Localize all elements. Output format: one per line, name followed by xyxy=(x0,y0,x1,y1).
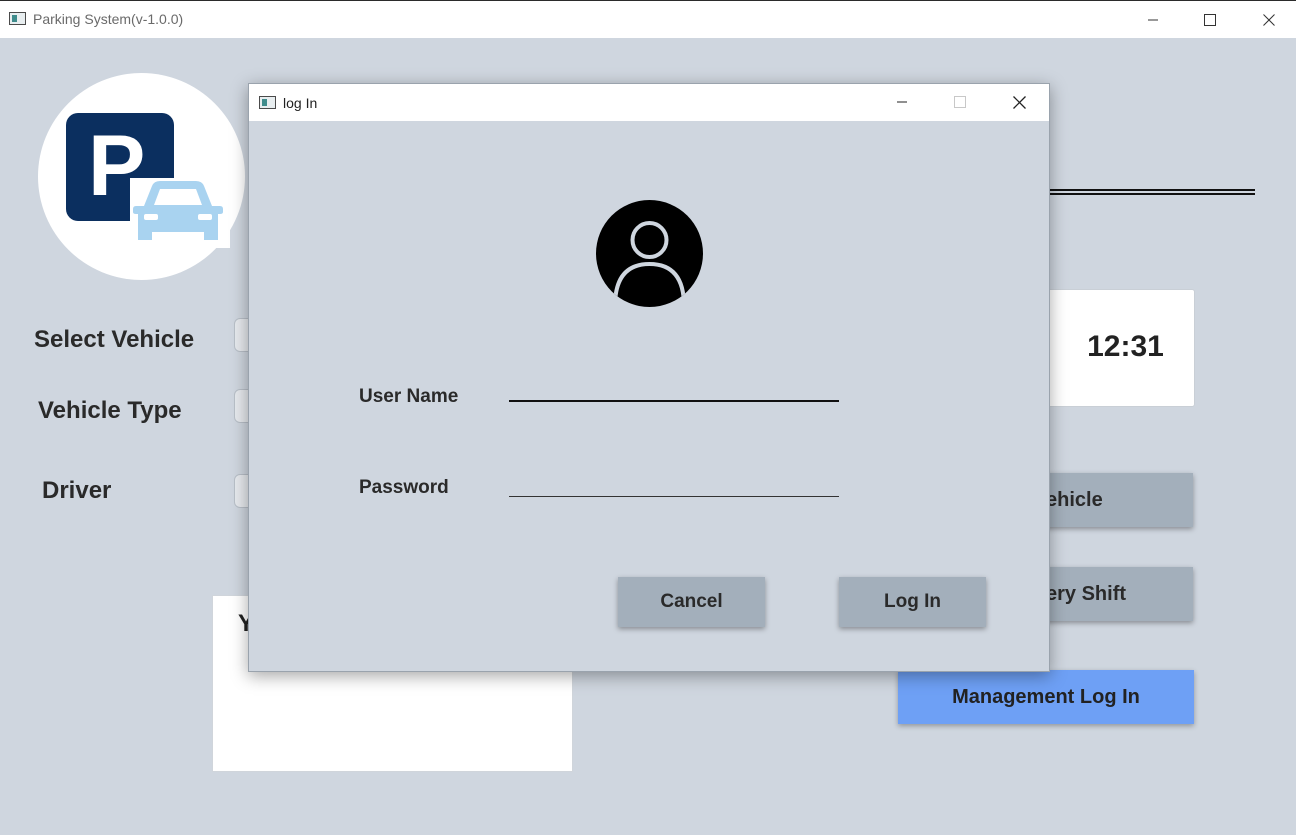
vehicle-type-label: Vehicle Type xyxy=(38,397,182,424)
app-icon xyxy=(9,12,26,25)
username-label: User Name xyxy=(359,386,459,407)
username-input[interactable] xyxy=(509,372,839,402)
user-avatar-icon xyxy=(596,200,703,307)
car-icon xyxy=(130,178,230,248)
close-icon xyxy=(1263,14,1275,26)
maximize-button[interactable] xyxy=(1187,1,1233,39)
minimize-button[interactable] xyxy=(1130,1,1176,39)
maximize-icon xyxy=(954,96,966,108)
driver-label: Driver xyxy=(42,477,112,504)
maximize-icon xyxy=(1204,14,1216,26)
login-button[interactable]: Log In xyxy=(839,577,986,627)
header-divider xyxy=(1040,189,1255,195)
dialog-close-button[interactable] xyxy=(996,83,1042,121)
dialog-app-icon xyxy=(259,96,276,109)
parking-logo: P xyxy=(38,73,245,280)
login-dialog: log In User Name Password Cancel Log In xyxy=(248,83,1050,672)
dialog-titlebar: log In xyxy=(249,84,1049,121)
minimize-icon xyxy=(897,101,907,103)
minimize-icon xyxy=(1148,19,1158,21)
management-login-button[interactable]: Management Log In xyxy=(898,670,1194,724)
password-input[interactable] xyxy=(509,467,839,497)
clock-panel: 12:31 xyxy=(1040,289,1195,407)
vehicle-button[interactable]: ehicle xyxy=(1040,473,1193,527)
main-window-title: Parking System(v-1.0.0) xyxy=(33,11,184,27)
close-button[interactable] xyxy=(1246,1,1292,39)
clock-time: 12:31 xyxy=(1087,330,1164,363)
password-label: Password xyxy=(359,477,449,498)
dialog-title: log In xyxy=(283,95,318,111)
shift-button[interactable]: ery Shift xyxy=(1040,567,1193,621)
close-icon xyxy=(1012,95,1026,109)
dialog-minimize-button[interactable] xyxy=(879,83,925,121)
select-vehicle-label: Select Vehicle xyxy=(34,326,195,353)
cancel-button[interactable]: Cancel xyxy=(618,577,765,627)
vehicle-button-label: ehicle xyxy=(1046,488,1103,511)
main-titlebar: Parking System(v-1.0.0) xyxy=(0,0,1296,38)
shift-button-label: ery Shift xyxy=(1046,582,1127,605)
dialog-maximize-button xyxy=(937,83,983,121)
